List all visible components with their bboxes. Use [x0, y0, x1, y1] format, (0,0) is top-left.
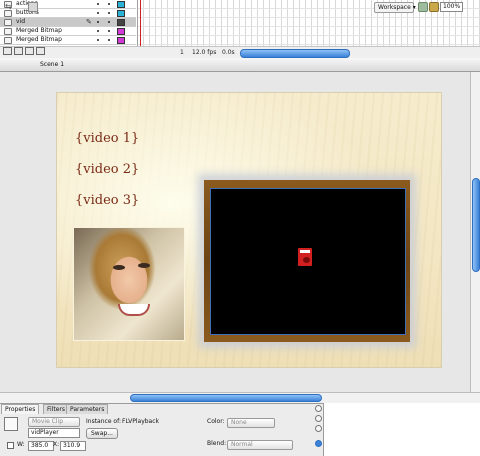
portrait-eye: [138, 263, 150, 268]
layer-icon: [4, 28, 12, 35]
tab-parameters[interactable]: Parameters: [66, 404, 109, 414]
symbol-type-select[interactable]: Movie Clip: [28, 417, 80, 427]
layer-icon: [4, 19, 12, 26]
vertical-scroll-thumb[interactable]: [472, 178, 480, 272]
layer-row-actions[interactable]: actions: [0, 0, 136, 9]
right-blank-area: [324, 403, 480, 455]
instance-of-value: FLVPlayback: [122, 418, 160, 425]
instance-name-field[interactable]: vidPlayer: [28, 428, 80, 438]
width-field[interactable]: 385.0: [28, 441, 54, 451]
flv-icon-reel: [303, 257, 310, 263]
scene-icon: [28, 2, 38, 12]
horizontal-scroll-thumb[interactable]: [130, 394, 322, 402]
outline-color-box[interactable]: [117, 28, 125, 35]
portrait-photo[interactable]: [73, 227, 185, 341]
portrait-eye: [113, 265, 125, 270]
flv-icon-stripe: [300, 250, 310, 253]
layer-row-vid[interactable]: vid ✎: [0, 18, 136, 27]
workspace-label: Workspace ▾: [378, 4, 416, 11]
edit-symbol-icon[interactable]: [429, 2, 439, 12]
visibility-dot-icon[interactable]: [97, 30, 99, 32]
visibility-dot-icon[interactable]: [97, 39, 99, 41]
outline-color-box[interactable]: [117, 19, 125, 26]
color-select[interactable]: None: [227, 418, 275, 428]
layer-name: Merged Bitmap: [16, 36, 62, 43]
pencil-icon: ✎: [86, 18, 92, 26]
video-link-2[interactable]: {video 2}: [75, 162, 139, 177]
lock-dot-icon[interactable]: [108, 39, 110, 41]
video-link-1[interactable]: {video 1}: [75, 131, 139, 146]
timeline-scrollbar[interactable]: [240, 49, 350, 58]
swap-button[interactable]: Swap...: [86, 428, 118, 439]
width-label: W:: [17, 441, 25, 448]
video-link-3[interactable]: {video 3}: [75, 193, 139, 208]
edit-scene-icon[interactable]: [418, 2, 428, 12]
edit-bar: [0, 58, 480, 72]
layer-row-buttons[interactable]: buttons: [0, 9, 136, 18]
zoom-value: 100%: [443, 3, 461, 10]
instance-of-label: Instance of:: [86, 418, 122, 425]
x-label: X:: [53, 441, 60, 448]
lock-dot-icon[interactable]: [108, 12, 110, 14]
layer-row-merged-bitmap-1[interactable]: Merged Bitmap: [0, 27, 136, 36]
tab-properties[interactable]: Properties: [1, 404, 40, 414]
delete-layer-icon[interactable]: [36, 47, 45, 55]
lock-ratio-checkbox[interactable]: [7, 442, 14, 449]
blend-label: Blend:: [207, 440, 227, 447]
add-folder-icon[interactable]: [25, 47, 34, 55]
lock-dot-icon[interactable]: [108, 3, 110, 5]
scene-breadcrumb[interactable]: Scene 1: [40, 58, 64, 71]
visibility-dot-icon[interactable]: [97, 3, 99, 5]
lock-dot-icon[interactable]: [108, 30, 110, 32]
blend-select[interactable]: Normal: [227, 440, 293, 450]
add-layer-icon[interactable]: [3, 47, 12, 55]
edit-icon[interactable]: [315, 425, 322, 432]
info-icon[interactable]: [315, 440, 322, 447]
back-arrow-icon[interactable]: ⇆: [5, 2, 12, 11]
outline-color-box[interactable]: [117, 37, 125, 44]
layer-icon: [4, 10, 12, 17]
workspace-dropdown[interactable]: Workspace ▾: [374, 2, 416, 13]
layer-row-merged-bitmap-2[interactable]: Merged Bitmap: [0, 36, 136, 45]
visibility-dot-icon[interactable]: [97, 21, 99, 23]
layer-name: Merged Bitmap: [16, 27, 62, 34]
add-guide-icon[interactable]: [14, 47, 23, 55]
layer-icon: [4, 37, 12, 44]
outline-color-box[interactable]: [117, 1, 125, 8]
help-icon[interactable]: [315, 415, 322, 422]
color-label: Color:: [207, 418, 225, 425]
panel-options-icon[interactable]: [315, 405, 322, 412]
lock-dot-icon[interactable]: [108, 21, 110, 23]
visibility-dot-icon[interactable]: [97, 12, 99, 14]
symbol-type-icon: [4, 417, 18, 431]
playhead[interactable]: [140, 0, 141, 50]
outline-color-box[interactable]: [117, 10, 125, 17]
x-field[interactable]: 310.9: [60, 441, 86, 451]
zoom-input[interactable]: 100%: [440, 2, 463, 12]
layer-name: vid: [16, 18, 26, 25]
